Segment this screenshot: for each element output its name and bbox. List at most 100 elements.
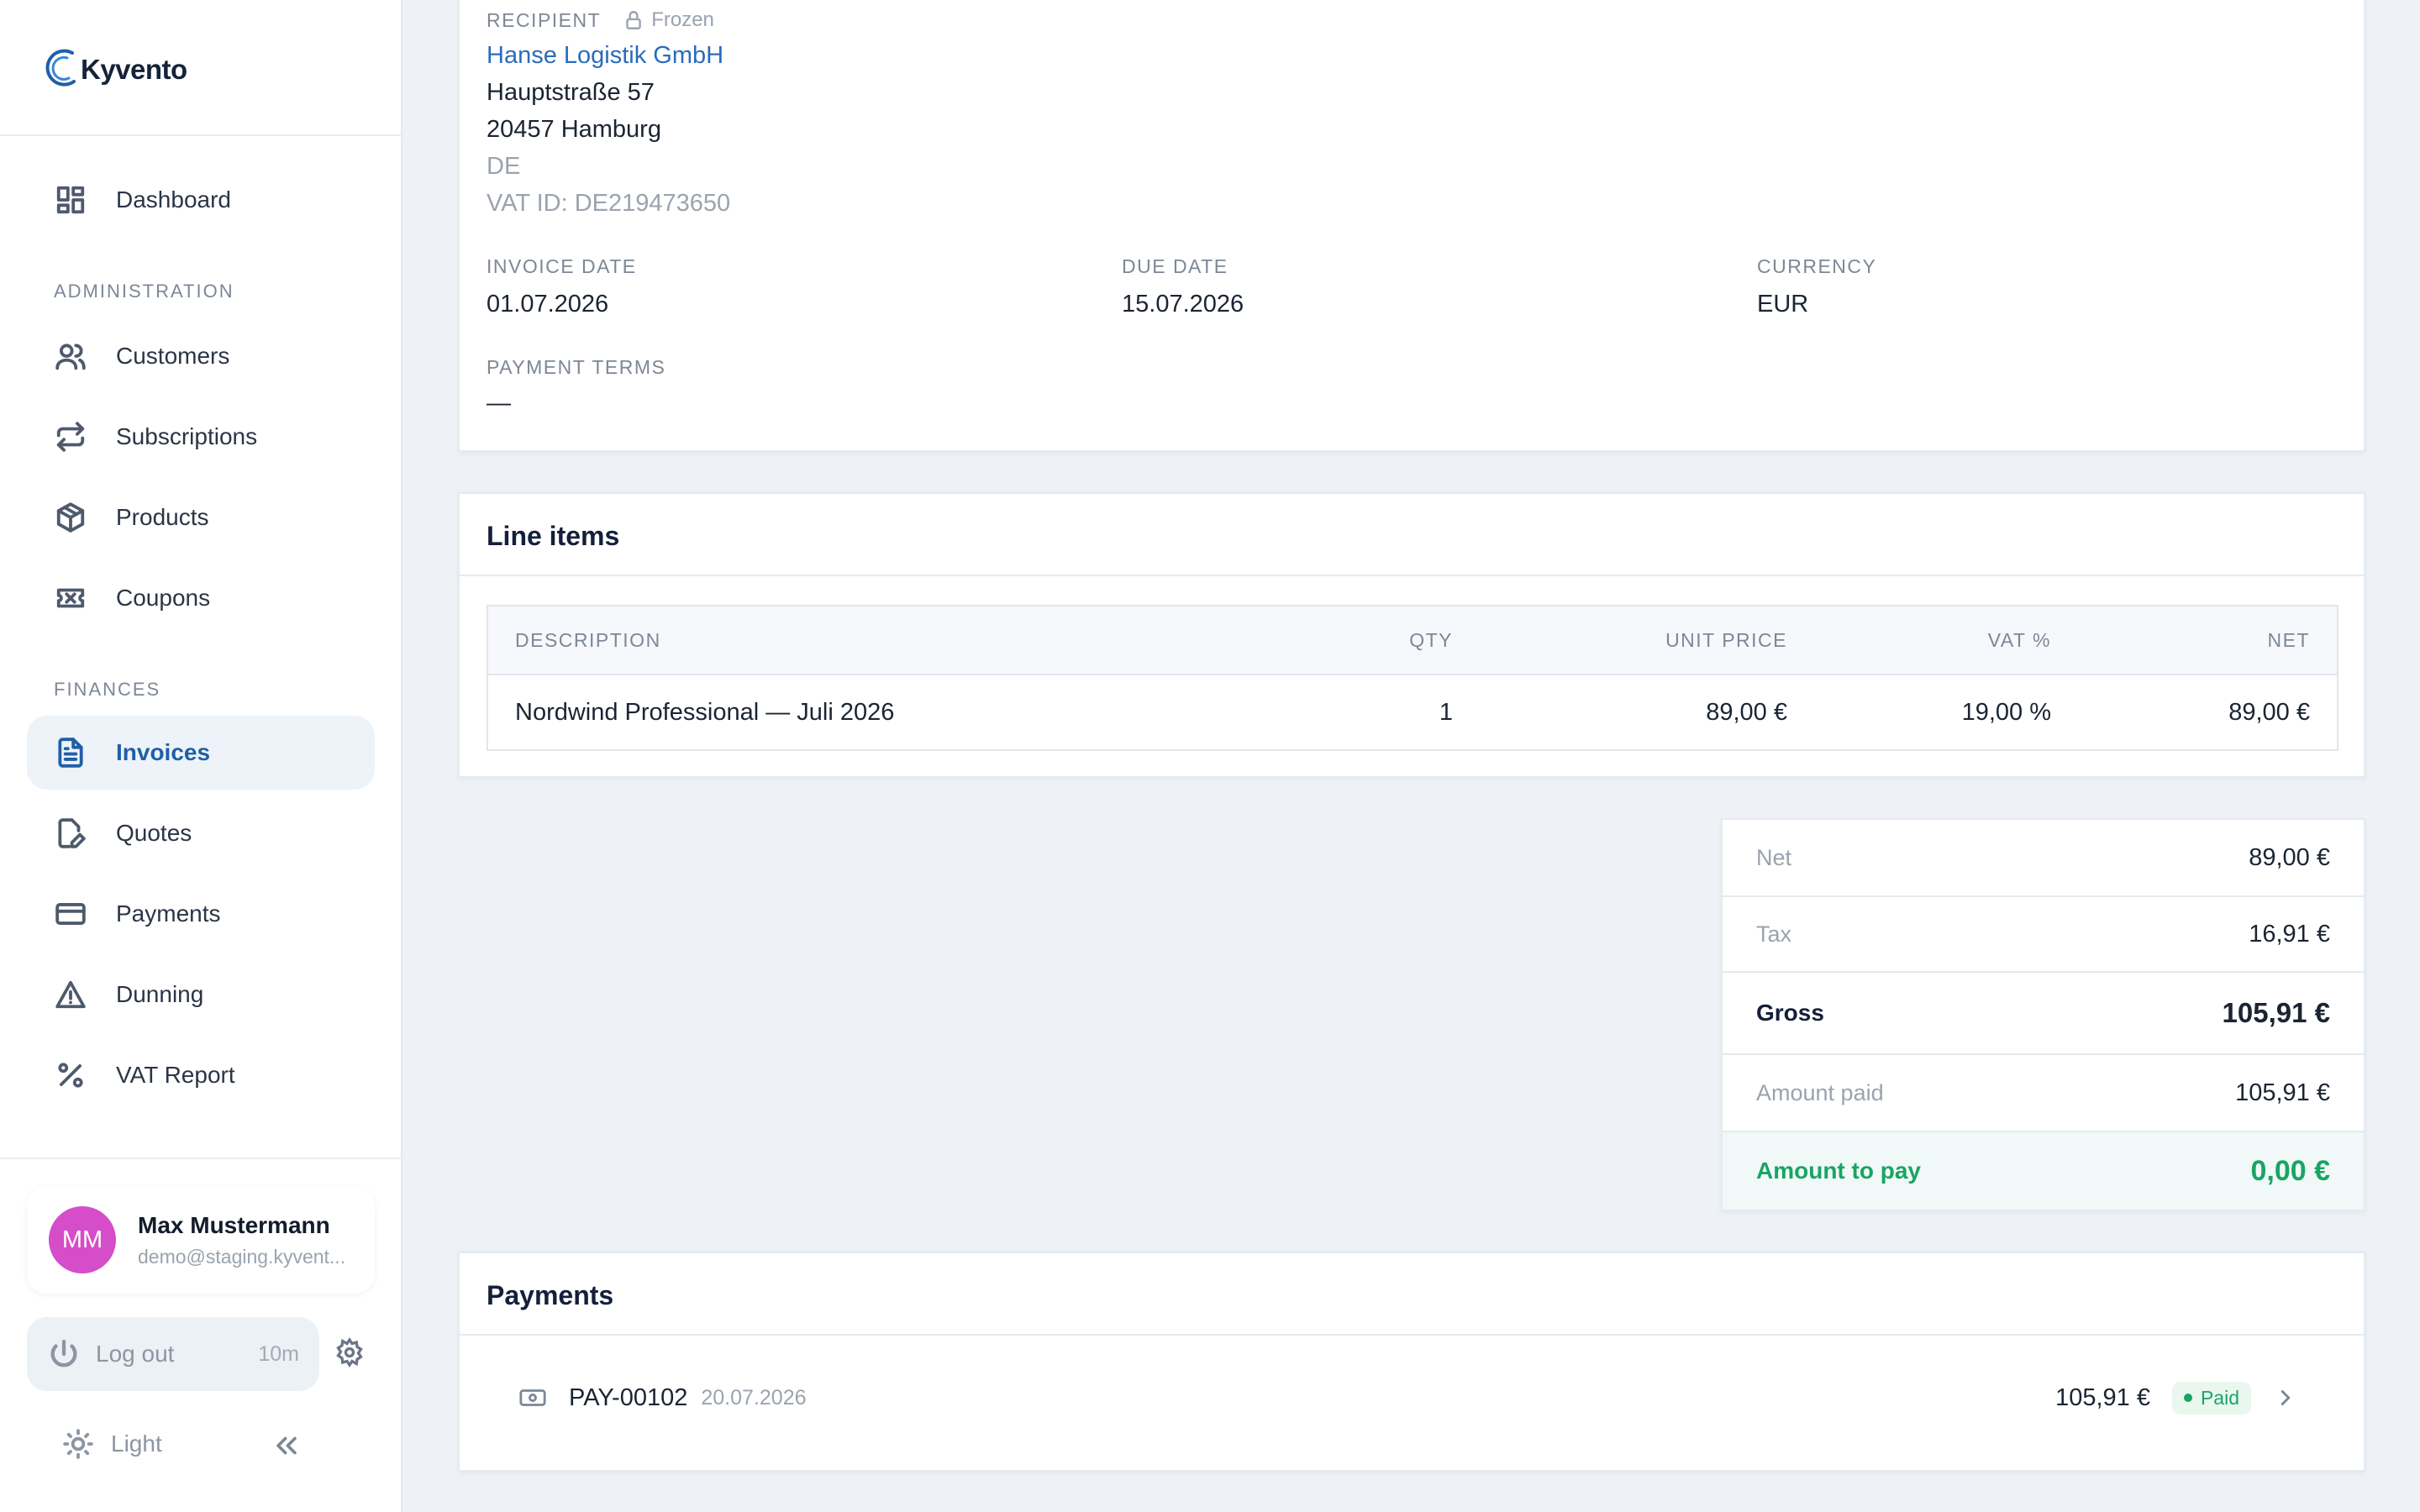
sidebar-item-quotes[interactable]: Quotes <box>27 796 375 870</box>
column-header-net: NET <box>2267 629 2310 651</box>
divider <box>0 134 401 136</box>
tax-label: Tax <box>1756 921 1792 947</box>
sidebar-item-products[interactable]: Products <box>27 480 375 554</box>
app-logo[interactable]: Kyvento <box>44 40 187 99</box>
cell-unit-price: 89,00 € <box>1706 699 1787 726</box>
net-value: 89,00 € <box>2249 843 2330 871</box>
banknote-icon <box>519 1389 546 1406</box>
status-dot <box>2183 1394 2192 1402</box>
column-header-unit-price: UNIT PRICE <box>1665 629 1787 651</box>
cell-qty: 1 <box>1439 699 1453 726</box>
session-timer: 10m <box>258 1341 299 1366</box>
file-edit-icon <box>52 815 89 852</box>
logout-button[interactable]: Log out 10m <box>27 1317 319 1391</box>
due-date-value: 15.07.2026 <box>1122 291 1244 318</box>
avatar: MM <box>49 1206 116 1273</box>
sidebar-item-coupons[interactable]: Coupons <box>27 561 375 635</box>
column-header-description: DESCRIPTION <box>515 629 661 651</box>
amount-to-pay-label: Amount to pay <box>1756 1158 1921 1184</box>
theme-label: Light <box>111 1431 162 1457</box>
gross-label: Gross <box>1756 1000 1824 1026</box>
lock-icon <box>626 11 641 29</box>
sidebar-item-label: Customers <box>116 343 230 369</box>
power-icon <box>50 1339 77 1368</box>
sidebar-item-subscriptions[interactable]: Subscriptions <box>27 400 375 474</box>
sidebar-item-vat-report[interactable]: VAT Report <box>27 1038 375 1112</box>
totals-row-paid: Amount paid 105,91 € <box>1723 1053 2364 1131</box>
credit-card-icon <box>52 895 89 932</box>
invoice-date-label: INVOICE DATE <box>487 255 637 277</box>
logo-icon <box>45 49 76 87</box>
cell-net: 89,00 € <box>2228 699 2310 726</box>
sidebar-item-label: Products <box>116 504 209 530</box>
recipient-street: Hauptstraße 57 <box>487 79 655 106</box>
users-icon <box>52 338 89 375</box>
dashboard-icon <box>52 181 89 218</box>
due-date-label: DUE DATE <box>1122 255 1228 277</box>
payments-card: Payments PAY-00102 20.07.2026 105,91 € P… <box>458 1252 2365 1472</box>
divider <box>460 575 2364 576</box>
section-heading-finances: FINANCES <box>54 679 161 700</box>
settings-button[interactable] <box>334 1337 368 1371</box>
ticket-icon <box>52 580 89 617</box>
alert-triangle-icon <box>52 976 89 1013</box>
chevrons-left-icon <box>276 1436 297 1455</box>
payment-terms-label: PAYMENT TERMS <box>487 356 666 378</box>
sidebar-item-label: Quotes <box>116 820 192 846</box>
repeat-icon <box>52 418 89 455</box>
cell-description: Nordwind Professional — Juli 2026 <box>515 699 895 726</box>
amount-paid-value: 105,91 € <box>2235 1079 2330 1106</box>
tax-value: 16,91 € <box>2249 920 2330 948</box>
payment-date: 20.07.2026 <box>701 1385 807 1410</box>
sidebar-item-label: VAT Report <box>116 1062 235 1088</box>
theme-toggle[interactable]: Light <box>62 1428 162 1460</box>
line-items-title: Line items <box>487 521 620 551</box>
sidebar-item-dashboard[interactable]: Dashboard <box>27 163 375 237</box>
section-heading-administration: ADMINISTRATION <box>54 281 234 302</box>
payment-terms-value: — <box>487 390 511 417</box>
amount-paid-label: Amount paid <box>1756 1079 1884 1105</box>
currency-label: CURRENCY <box>1757 255 1877 277</box>
sun-icon <box>63 1429 93 1459</box>
sidebar-item-customers[interactable]: Customers <box>27 319 375 393</box>
line-items-card: Line items DESCRIPTION QTY UNIT PRICE VA… <box>458 492 2365 778</box>
sidebar: Kyvento Dashboard ADMINISTRATION Custome… <box>0 0 402 1512</box>
chevron-right-icon[interactable] <box>2273 1385 2298 1410</box>
amount-to-pay-value: 0,00 € <box>2250 1154 2330 1187</box>
gross-value: 105,91 € <box>2222 997 2330 1028</box>
recipient-label: RECIPIENT <box>487 8 602 31</box>
invoice-details-card: RECIPIENT Frozen Hanse Logistik GmbH Hau… <box>458 0 2365 452</box>
divider <box>0 1158 401 1159</box>
sidebar-item-dunning[interactable]: Dunning <box>27 958 375 1032</box>
cell-vat: 19,00 % <box>1961 699 2051 726</box>
currency-value: EUR <box>1757 291 1809 318</box>
sidebar-item-label: Dashboard <box>116 186 231 213</box>
payment-amount: 105,91 € <box>2055 1383 2150 1411</box>
user-email: demo@staging.kyvent... <box>138 1245 346 1268</box>
totals-row-tax: Tax 16,91 € <box>1723 895 2364 971</box>
user-card[interactable]: MM Max Mustermann demo@staging.kyvent... <box>27 1186 375 1294</box>
frozen-label: Frozen <box>651 8 714 31</box>
logout-label: Log out <box>96 1341 175 1367</box>
collapse-sidebar-button[interactable] <box>272 1431 306 1465</box>
frozen-indicator: Frozen <box>623 8 714 32</box>
totals-row-to-pay: Amount to pay 0,00 € <box>1723 1131 2364 1210</box>
totals-row-gross: Gross 105,91 € <box>1723 971 2364 1053</box>
line-items-table: DESCRIPTION QTY UNIT PRICE VAT % NET Nor… <box>487 605 2338 751</box>
box-icon <box>52 499 89 536</box>
net-label: Net <box>1756 844 1792 870</box>
payment-row[interactable]: PAY-00102 20.07.2026 105,91 € Paid <box>460 1361 2364 1435</box>
divider <box>460 1334 2364 1336</box>
column-header-vat: VAT % <box>1987 629 2051 651</box>
status-label: Paid <box>2200 1386 2239 1409</box>
payment-id: PAY-00102 <box>569 1383 688 1411</box>
user-name: Max Mustermann <box>138 1211 330 1238</box>
percent-icon <box>52 1057 89 1094</box>
recipient-vat-id: VAT ID: DE219473650 <box>487 190 731 217</box>
sidebar-item-invoices[interactable]: Invoices <box>27 716 375 790</box>
totals-card: Net 89,00 € Tax 16,91 € Gross 105,91 € A… <box>1721 818 2365 1211</box>
table-header: DESCRIPTION QTY UNIT PRICE VAT % NET <box>488 606 2337 675</box>
sidebar-item-label: Dunning <box>116 981 204 1007</box>
recipient-company-link[interactable]: Hanse Logistik GmbH <box>487 42 723 70</box>
sidebar-item-payments[interactable]: Payments <box>27 877 375 951</box>
